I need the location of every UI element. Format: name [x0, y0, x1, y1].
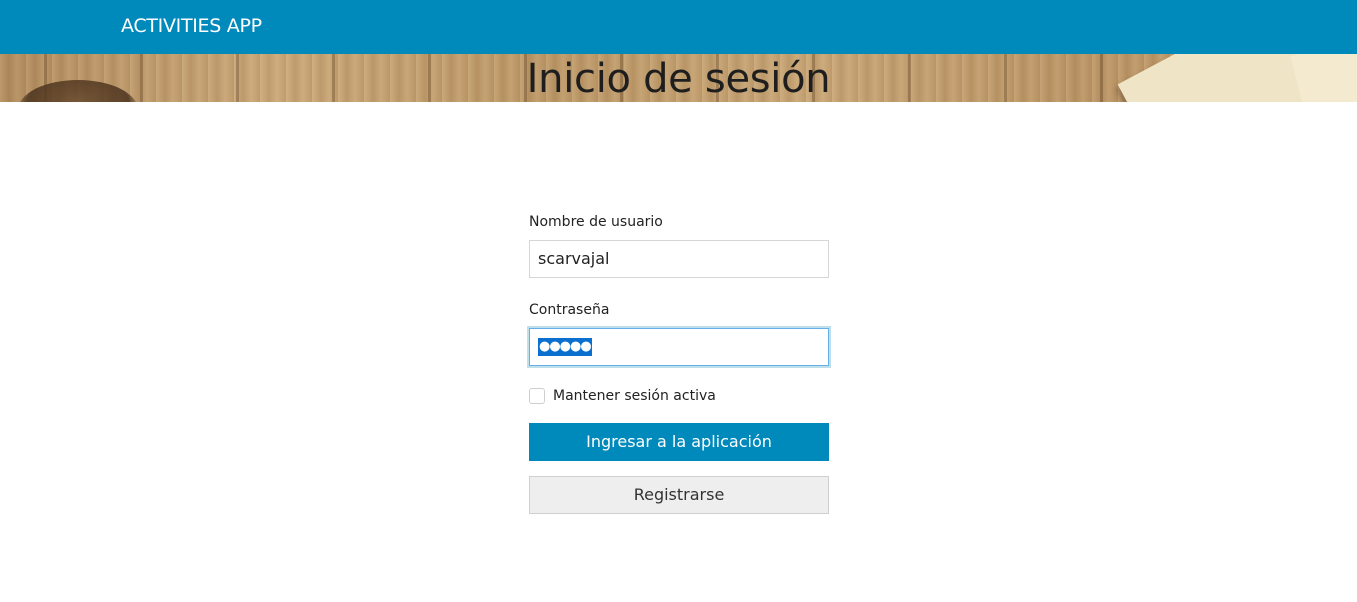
register-button[interactable]: Registrarse — [529, 476, 829, 514]
remember-me-row[interactable]: Mantener sesión activa — [529, 386, 829, 406]
username-label: Nombre de usuario — [529, 214, 663, 230]
remember-me-checkbox[interactable] — [529, 388, 545, 404]
login-button[interactable]: Ingresar a la aplicación — [529, 423, 829, 461]
page-title: Inicio de sesión — [526, 56, 831, 102]
username-input[interactable]: scarvajal — [529, 240, 829, 278]
top-navbar: ACTIVITIES APP — [0, 0, 1357, 54]
remember-me-label[interactable]: Mantener sesión activa — [553, 386, 716, 406]
password-input[interactable]: ●●●●● — [529, 328, 829, 366]
login-form: Nombre de usuario scarvajal Contraseña ●… — [529, 212, 829, 514]
password-selected-text: ●●●●● — [538, 338, 592, 356]
app-brand-link[interactable]: ACTIVITIES APP — [121, 15, 262, 37]
password-label: Contraseña — [529, 302, 610, 318]
